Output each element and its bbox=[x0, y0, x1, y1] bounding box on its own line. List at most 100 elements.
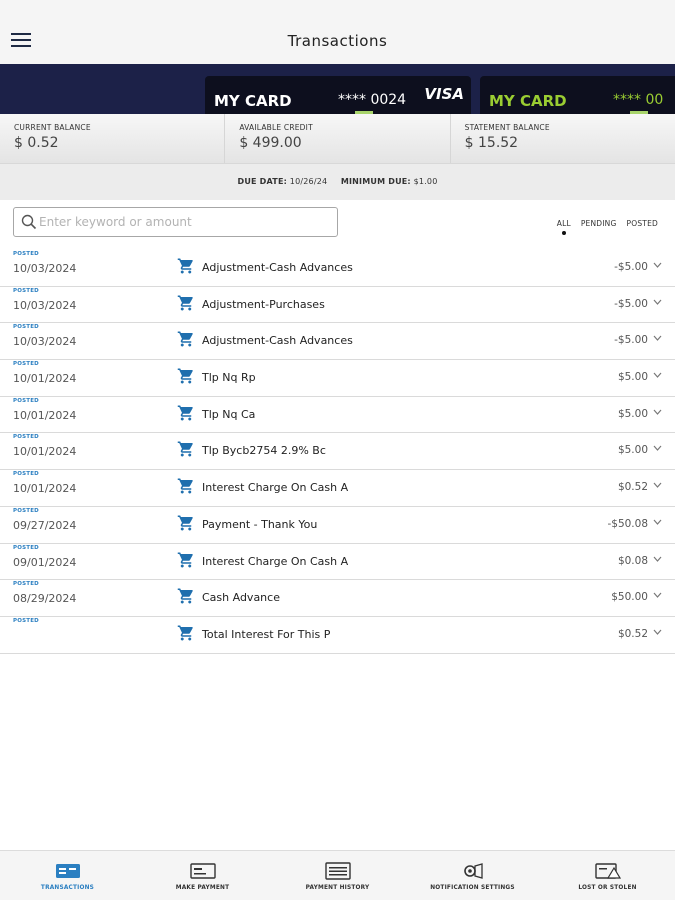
cart-icon bbox=[177, 258, 193, 274]
transaction-amount: $0.52 bbox=[617, 481, 648, 494]
balance-label: AVAILABLE CREDIT bbox=[239, 123, 313, 132]
nav-lost-or-stolen[interactable]: LOST OR STOLEN bbox=[540, 851, 675, 900]
transaction-description: Interest Charge On Cash A bbox=[202, 481, 349, 495]
chevron-down-icon[interactable] bbox=[653, 591, 662, 599]
chevron-down-icon[interactable] bbox=[653, 334, 662, 342]
transaction-date: 10/01/2024 bbox=[13, 482, 77, 496]
transaction-description: Adjustment-Cash Advances bbox=[202, 334, 353, 348]
balance-value: $ 0.52 bbox=[14, 135, 59, 151]
card-number: **** 00 bbox=[613, 92, 664, 108]
cart-icon bbox=[177, 441, 193, 457]
balance-summary: CURRENT BALANCE $ 0.52 AVAILABLE CREDIT … bbox=[0, 114, 675, 164]
nav-transactions[interactable]: TRANSACTIONS bbox=[0, 851, 135, 900]
card-item[interactable]: MY CARD **** 00 bbox=[480, 76, 675, 114]
chevron-down-icon[interactable] bbox=[653, 481, 662, 489]
chevron-down-icon[interactable] bbox=[653, 628, 662, 636]
transaction-status: POSTED bbox=[13, 544, 39, 551]
transaction-date: 09/27/2024 bbox=[13, 518, 77, 532]
nav-notification-settings[interactable]: NOTIFICATION SETTINGS bbox=[405, 851, 540, 900]
cart-icon bbox=[177, 405, 193, 421]
transaction-description: Adjustment-Purchases bbox=[202, 297, 325, 311]
transaction-row[interactable]: POSTED Total Interest For This P $0.52 bbox=[0, 617, 675, 654]
filter-posted[interactable]: POSTED bbox=[627, 219, 658, 228]
card-name: MY CARD bbox=[489, 92, 567, 110]
transaction-amount: $5.00 bbox=[617, 444, 648, 457]
transaction-status: POSTED bbox=[13, 471, 39, 478]
card-name: MY CARD bbox=[214, 92, 292, 110]
search-box[interactable] bbox=[13, 207, 338, 237]
due-date-label: DUE DATE: bbox=[237, 177, 288, 186]
transaction-date: 10/03/2024 bbox=[13, 335, 77, 349]
transaction-status: POSTED bbox=[13, 434, 39, 441]
transaction-row[interactable]: POSTED 10/03/2024 Adjustment-Purchases -$5.… bbox=[0, 287, 675, 324]
transaction-description: Interest Charge On Cash A bbox=[202, 554, 349, 568]
app-header: Transactions bbox=[0, 18, 675, 64]
bottom-nav: TRANSACTIONS MAKE PAYMENT PAYMENT HISTOR… bbox=[0, 850, 675, 900]
minimum-due-label: MINIMUM DUE: bbox=[340, 177, 411, 186]
nav-make-payment[interactable]: MAKE PAYMENT bbox=[135, 851, 270, 900]
transaction-date: 09/01/2024 bbox=[13, 555, 77, 569]
transaction-date: 10/01/2024 bbox=[13, 408, 77, 422]
available-credit: AVAILABLE CREDIT $ 499.00 bbox=[225, 114, 451, 163]
current-balance: CURRENT BALANCE $ 0.52 bbox=[0, 114, 226, 163]
balance-value: $ 15.52 bbox=[464, 135, 519, 151]
search-filter-row: ALL PENDING POSTED bbox=[0, 200, 675, 250]
due-date-value: 10/26/24 bbox=[289, 177, 328, 186]
transaction-date: 10/01/2024 bbox=[13, 445, 77, 459]
page-title: Transactions bbox=[287, 32, 388, 50]
transaction-row[interactable]: POSTED 10/03/2024 Adjustment-Cash Advances… bbox=[0, 323, 675, 361]
transaction-amount: -$50.08 bbox=[607, 517, 648, 530]
transaction-status: POSTED bbox=[13, 397, 39, 404]
transaction-row[interactable]: POSTED 08/29/2024 Cash Advance $50.00 bbox=[0, 580, 675, 617]
transaction-amount: -$5.00 bbox=[614, 261, 648, 273]
chevron-down-icon[interactable] bbox=[653, 444, 662, 452]
transaction-description: Adjustment-Cash Advances bbox=[202, 261, 353, 274]
transaction-description: Total Interest For This P bbox=[202, 627, 331, 641]
status-bar bbox=[0, 0, 675, 18]
chevron-down-icon[interactable] bbox=[653, 298, 662, 306]
chevron-down-icon[interactable] bbox=[653, 371, 662, 379]
transaction-date: 08/29/2024 bbox=[13, 592, 77, 606]
nav-payment-history[interactable]: PAYMENT HISTORY bbox=[270, 851, 405, 900]
lost-or-stolen-icon bbox=[594, 863, 621, 879]
transaction-row[interactable]: POSTED 10/01/2024 Interest Charge On Cash … bbox=[0, 470, 675, 507]
transaction-row[interactable]: POSTED 10/01/2024 Tlp Nq Ca $5.00 bbox=[0, 397, 675, 434]
card-item[interactable]: MY CARD **** 0024 VISA bbox=[205, 76, 471, 114]
transaction-row[interactable]: POSTED 10/03/2024 Adjustment-Cash Advances… bbox=[0, 250, 675, 287]
cart-icon bbox=[177, 588, 193, 604]
cart-icon bbox=[177, 368, 193, 384]
transaction-date: 10/03/2024 bbox=[13, 262, 77, 275]
transaction-row[interactable]: POSTED 10/01/2024 Tlp Nq Rp $5.00 bbox=[0, 360, 675, 397]
chevron-down-icon[interactable] bbox=[653, 261, 662, 269]
cart-icon bbox=[177, 331, 193, 347]
payment-history-icon bbox=[324, 862, 351, 880]
chevron-down-icon[interactable] bbox=[653, 555, 662, 563]
filter-pending[interactable]: PENDING bbox=[581, 219, 617, 228]
transaction-amount: $5.00 bbox=[617, 407, 648, 420]
search-input[interactable] bbox=[39, 212, 329, 232]
card-carousel[interactable]: MY CARD **** 0024 VISA MY CARD **** 00 bbox=[0, 64, 675, 114]
nav-label: PAYMENT HISTORY bbox=[305, 885, 370, 891]
due-info: DUE DATE: 10/26/24 MINIMUM DUE: $1.00 bbox=[0, 164, 675, 200]
transaction-amount: $5.00 bbox=[617, 371, 648, 384]
cart-icon bbox=[177, 552, 193, 567]
transaction-amount: -$5.00 bbox=[614, 334, 648, 347]
transaction-row[interactable]: POSTED 10/01/2024 Tlp Bycb2754 2.9% Bc $5.0… bbox=[0, 433, 675, 471]
card-tab bbox=[630, 111, 648, 114]
search-icon bbox=[21, 214, 37, 230]
chevron-down-icon[interactable] bbox=[653, 518, 662, 526]
nav-label: NOTIFICATION SETTINGS bbox=[430, 885, 515, 891]
transaction-row[interactable]: POSTED 09/27/2024 Payment - Thank You -$50.… bbox=[0, 507, 675, 544]
make-payment-icon bbox=[189, 863, 216, 879]
transaction-row[interactable]: POSTED 09/01/2024 Interest Charge On Cash … bbox=[0, 544, 675, 581]
chevron-down-icon[interactable] bbox=[653, 408, 662, 416]
transaction-status: POSTED bbox=[13, 287, 39, 294]
transaction-description: Cash Advance bbox=[202, 591, 280, 605]
balance-label: STATEMENT BALANCE bbox=[464, 123, 550, 132]
visa-logo: VISA bbox=[424, 85, 464, 103]
transaction-description: Tlp Bycb2754 2.9% Bc bbox=[202, 444, 326, 458]
filter-all[interactable]: ALL bbox=[557, 219, 571, 235]
transaction-status: POSTED bbox=[13, 617, 39, 624]
transaction-description: Tlp Nq Rp bbox=[202, 371, 256, 385]
cart-icon bbox=[177, 295, 193, 311]
